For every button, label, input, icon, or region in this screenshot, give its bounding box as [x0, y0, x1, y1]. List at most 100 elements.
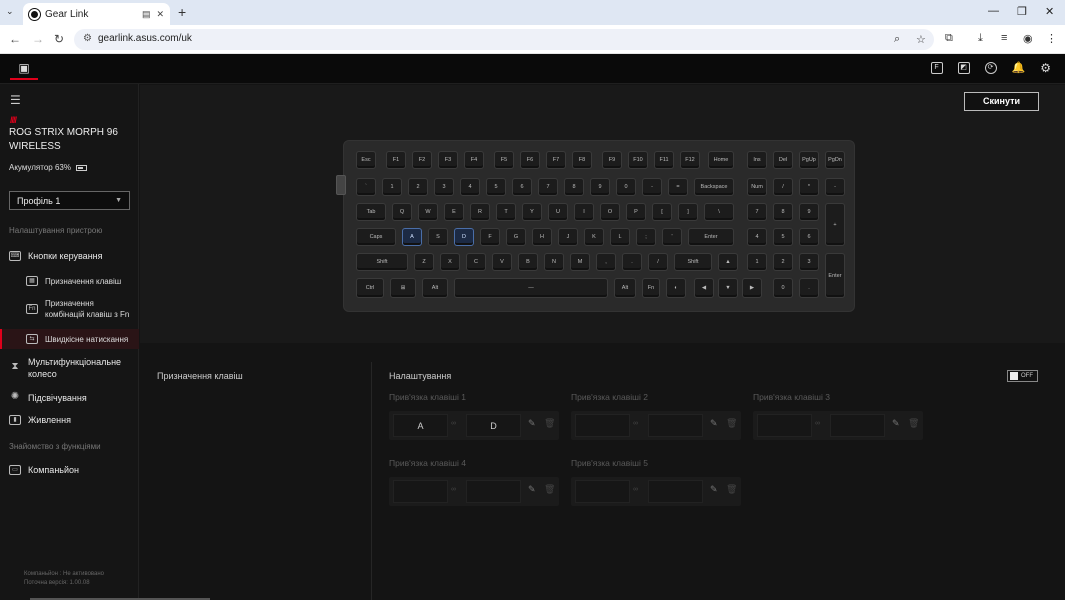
- key-7-keycap[interactable]: 7: [747, 203, 767, 221]
- key-r-keycap[interactable]: R: [470, 203, 490, 221]
- key-q-keycap[interactable]: Q: [392, 203, 412, 221]
- device-home-icon[interactable]: ▣: [10, 58, 38, 80]
- key--keycap[interactable]: *: [799, 178, 819, 196]
- key-k-keycap[interactable]: K: [584, 228, 604, 246]
- key--keycap[interactable]: —: [454, 278, 608, 298]
- address-bar[interactable]: ⚙ gearlink.asus.com/uk ⌕ ☆: [74, 29, 934, 50]
- key-4-keycap[interactable]: 4: [747, 228, 767, 246]
- key--keycap[interactable]: ⊞: [390, 278, 416, 298]
- key-backspace-keycap[interactable]: Backspace: [694, 178, 734, 196]
- profile-select[interactable]: Профіль 1 ▼: [9, 191, 130, 210]
- key--keycap[interactable]: .: [799, 278, 819, 298]
- delete-icon[interactable]: 🗑: [544, 484, 555, 495]
- key--keycap[interactable]: \: [704, 203, 734, 221]
- key-home-keycap[interactable]: Home: [708, 151, 734, 169]
- key--keycap[interactable]: ◀: [694, 278, 714, 298]
- key-m-keycap[interactable]: M: [570, 253, 590, 271]
- key--keycap[interactable]: [: [652, 203, 672, 221]
- key-f11-keycap[interactable]: F11: [654, 151, 674, 169]
- back-icon[interactable]: ←: [9, 32, 21, 46]
- key-del-keycap[interactable]: Del: [773, 151, 793, 169]
- key--keycap[interactable]: -: [825, 178, 845, 196]
- key-v-keycap[interactable]: V: [492, 253, 512, 271]
- bookmark-star-icon[interactable]: ☆: [916, 33, 926, 46]
- key-a-keycap[interactable]: A: [402, 228, 422, 246]
- key--keycap[interactable]: /: [648, 253, 668, 271]
- hamburger-menu-icon[interactable]: ☰: [10, 93, 21, 107]
- key--keycap[interactable]: ▶: [742, 278, 762, 298]
- edit-icon[interactable]: ✎: [892, 418, 900, 429]
- sidebar-item-fn-combos[interactable]: Fn Призначення комбінацій клавіш з Fn: [0, 296, 139, 322]
- key-enter-keycap[interactable]: Enter: [688, 228, 734, 246]
- key-j-keycap[interactable]: J: [558, 228, 578, 246]
- key--keycap[interactable]: `: [356, 178, 376, 196]
- delete-icon[interactable]: 🗑: [544, 418, 555, 429]
- key-f12-keycap[interactable]: F12: [680, 151, 700, 169]
- profile-icon[interactable]: ◉: [1023, 32, 1033, 45]
- key-d-keycap[interactable]: D: [454, 228, 474, 246]
- close-window-icon[interactable]: ✕: [1045, 5, 1054, 18]
- key-shift-keycap[interactable]: Shift: [356, 253, 408, 271]
- key-f2-keycap[interactable]: F2: [412, 151, 432, 169]
- zoom-icon[interactable]: ⌕: [894, 33, 900, 46]
- key-5-keycap[interactable]: 5: [486, 178, 506, 196]
- key-numpad-enter-keycap[interactable]: Enter: [825, 253, 845, 298]
- key--keycap[interactable]: ◐: [666, 278, 686, 298]
- key-w-keycap[interactable]: W: [418, 203, 438, 221]
- key-g-keycap[interactable]: G: [506, 228, 526, 246]
- key-5-keycap[interactable]: 5: [773, 228, 793, 246]
- reset-button[interactable]: Скинути: [964, 92, 1039, 111]
- key-f6-keycap[interactable]: F6: [520, 151, 540, 169]
- key-y-keycap[interactable]: Y: [522, 203, 542, 221]
- key-s-keycap[interactable]: S: [428, 228, 448, 246]
- url-text[interactable]: gearlink.asus.com/uk: [98, 33, 192, 44]
- key-f8-keycap[interactable]: F8: [572, 151, 592, 169]
- key-9-keycap[interactable]: 9: [590, 178, 610, 196]
- edit-icon[interactable]: ✎: [528, 418, 536, 429]
- key--keycap[interactable]: ,: [596, 253, 616, 271]
- downloads-icon[interactable]: ⤓: [978, 32, 983, 45]
- key-f4-keycap[interactable]: F4: [464, 151, 484, 169]
- key-e-keycap[interactable]: E: [444, 203, 464, 221]
- multifunction-wheel-knob[interactable]: [336, 175, 346, 195]
- key-ctrl-keycap[interactable]: Ctrl: [356, 278, 384, 298]
- key-fn-keycap[interactable]: Fn: [642, 278, 660, 298]
- key-u-keycap[interactable]: U: [548, 203, 568, 221]
- key-n-keycap[interactable]: N: [544, 253, 564, 271]
- sidebar-item-lighting[interactable]: ✺ Підсвічування: [0, 389, 139, 407]
- key-shift-keycap[interactable]: Shift: [674, 253, 712, 271]
- key-2-keycap[interactable]: 2: [408, 178, 428, 196]
- key-8-keycap[interactable]: 8: [564, 178, 584, 196]
- sidebar-item-rapid-trigger[interactable]: ⇆ Швидкісне натискання: [0, 329, 139, 349]
- sidebar-item-controls[interactable]: ⌨ Кнопки керування: [0, 247, 139, 265]
- tab-close-icon[interactable]: ✕: [156, 9, 164, 20]
- key-6-keycap[interactable]: 6: [799, 228, 819, 246]
- sidebar-item-key-assignment[interactable]: ▦ Призначення клавіш: [0, 273, 139, 289]
- sidebar-item-multifunction-wheel[interactable]: ⧗ Мультифункціональне колесо: [0, 355, 139, 381]
- key-f7-keycap[interactable]: F7: [546, 151, 566, 169]
- key--keycap[interactable]: ▼: [718, 278, 738, 298]
- key-f3-keycap[interactable]: F3: [438, 151, 458, 169]
- key--keycap[interactable]: ;: [636, 228, 656, 246]
- key-1-keycap[interactable]: 1: [382, 178, 402, 196]
- key-6-keycap[interactable]: 6: [512, 178, 532, 196]
- key-h-keycap[interactable]: H: [532, 228, 552, 246]
- settings-gear-icon[interactable]: ⚙: [1040, 62, 1051, 74]
- binding-key2-slot[interactable]: [648, 480, 703, 503]
- forward-icon[interactable]: →: [32, 32, 44, 46]
- edit-icon[interactable]: ✎: [528, 484, 536, 495]
- extensions-icon[interactable]: ⧉: [945, 32, 953, 45]
- sidebar-item-companion[interactable]: ▭ Компаньйон: [0, 461, 139, 479]
- monitor-icon[interactable]: ◩: [957, 62, 970, 74]
- tab-search-chevron-icon[interactable]: ⌄: [6, 6, 14, 17]
- binding-key1-slot[interactable]: [757, 414, 812, 437]
- key-i-keycap[interactable]: I: [574, 203, 594, 221]
- key-0-keycap[interactable]: 0: [616, 178, 636, 196]
- key-2-keycap[interactable]: 2: [773, 253, 793, 271]
- key-f5-keycap[interactable]: F5: [494, 151, 514, 169]
- binding-key2-slot[interactable]: D: [466, 414, 521, 437]
- key--keycap[interactable]: ': [662, 228, 682, 246]
- delete-icon[interactable]: 🗑: [726, 484, 737, 495]
- key--keycap[interactable]: /: [773, 178, 793, 196]
- key-3-keycap[interactable]: 3: [434, 178, 454, 196]
